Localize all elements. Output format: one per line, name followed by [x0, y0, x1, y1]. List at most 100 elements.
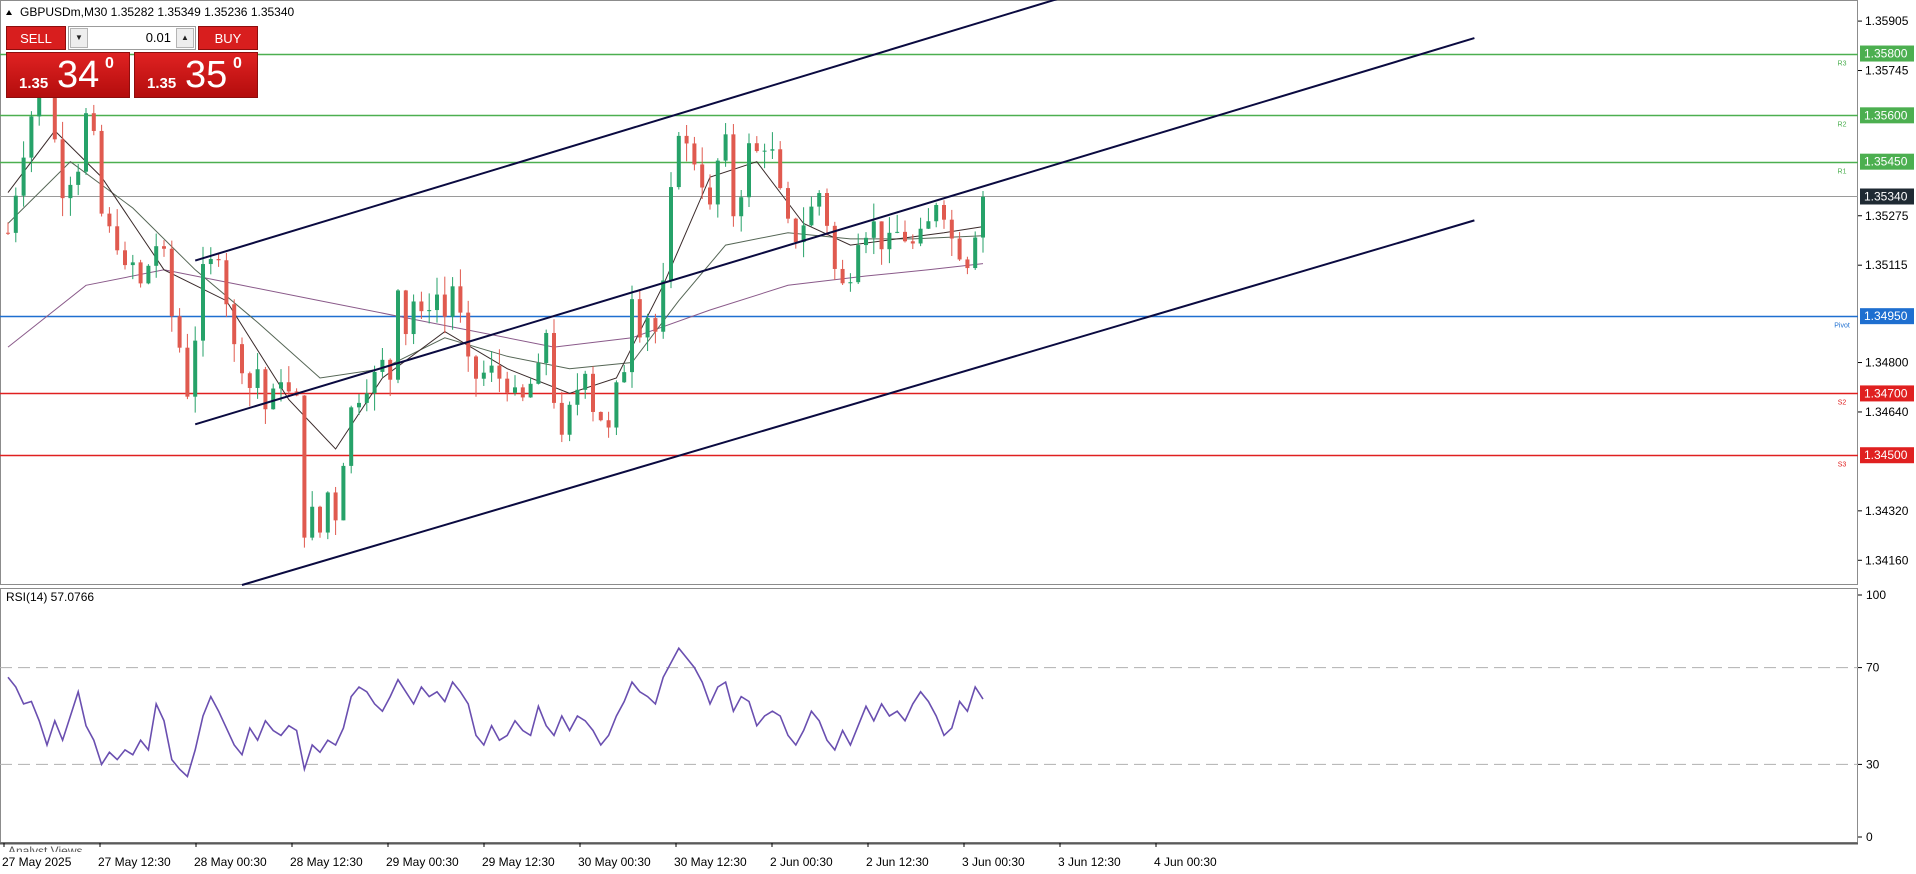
candle-body — [115, 226, 120, 251]
price-chart[interactable]: R3 R2 R1 Pivot S2 S3 1.35905 1.35745 1.35275 1.3… — [0, 0, 1916, 874]
candle-body — [481, 372, 486, 379]
x-tick-label: 3 Jun 12:30 — [1058, 855, 1121, 869]
sell-price-small: 1.35 — [19, 75, 49, 92]
y-tick-label: 1.34800 — [1865, 356, 1909, 370]
candle-body — [435, 294, 439, 311]
lot-increase-icon[interactable]: ▲ — [176, 28, 194, 48]
candle-body — [715, 160, 720, 205]
candle-body — [333, 492, 338, 521]
x-tick-label: 27 May 2025 — [2, 855, 72, 869]
candle-body — [162, 246, 166, 249]
candle-body — [848, 282, 853, 284]
candle-body — [279, 382, 283, 389]
lot-size-input[interactable]: ▼ 0.01 ▲ — [68, 26, 196, 50]
channel-line-2 — [194, 37, 1475, 426]
candle-body — [973, 237, 978, 269]
analyst-views-tab[interactable]: Analyst Views — [8, 844, 82, 852]
candle-body — [692, 143, 697, 165]
candle-body — [193, 340, 198, 397]
candle-body — [302, 395, 307, 538]
candle-body — [450, 286, 455, 317]
candle-body — [559, 402, 564, 435]
candle-body — [770, 149, 775, 151]
candle-body — [723, 134, 728, 161]
candle-body — [474, 356, 478, 379]
candle-body — [910, 241, 915, 244]
x-tick-label: 27 May 12:30 — [98, 855, 171, 869]
current-price-tag-label: 1.35340 — [1864, 190, 1908, 204]
candle-body — [76, 171, 81, 185]
candle-body — [981, 196, 985, 238]
candle-body — [965, 259, 970, 269]
candle-body — [864, 237, 868, 246]
candle-body — [146, 265, 151, 284]
level-name-r1: R1 — [1838, 169, 1847, 176]
candle-body — [21, 157, 26, 196]
sell-button[interactable]: SELL — [6, 26, 66, 50]
buy-price-quote[interactable]: 1.35 35 0 — [134, 52, 258, 98]
collapse-triangle-icon[interactable] — [6, 10, 12, 15]
x-tick-label: 28 May 12:30 — [290, 855, 363, 869]
candle-body — [825, 193, 829, 226]
candle-body — [372, 371, 377, 394]
lot-decrease-icon[interactable]: ▼ — [70, 28, 88, 48]
candle-body — [458, 286, 463, 313]
candle-body — [949, 219, 954, 239]
candle-body — [130, 262, 135, 266]
candle-body — [68, 184, 73, 199]
candle-body — [154, 246, 159, 266]
candle-body — [637, 299, 642, 338]
candle-body — [255, 369, 260, 388]
candle-body — [403, 290, 408, 335]
candle-body — [926, 221, 931, 229]
sma-mid-line — [7, 161, 984, 379]
candle-body — [240, 344, 244, 374]
level-price-tag-label: 1.34500 — [1864, 448, 1908, 462]
y-tick-label: 1.35115 — [1865, 258, 1908, 272]
candle-body — [887, 232, 892, 250]
sell-price-sup: 0 — [105, 55, 114, 72]
level-price-tag-label: 1.34700 — [1864, 386, 1908, 400]
candle-body — [552, 332, 556, 403]
candle-body — [123, 250, 127, 266]
candle-body — [91, 113, 96, 131]
candle-body — [918, 228, 923, 244]
candle-body — [754, 143, 759, 152]
candle-body — [528, 383, 533, 398]
candle-body — [817, 193, 822, 207]
candle-body — [762, 150, 767, 152]
candle-body — [934, 204, 939, 222]
candle-body — [247, 373, 252, 388]
candle-body — [661, 280, 666, 332]
chart-title: GBPUSDm,M30 1.35282 1.35349 1.35236 1.35… — [20, 5, 295, 19]
candle-body — [60, 139, 65, 199]
x-tick-label: 29 May 12:30 — [482, 855, 555, 869]
x-tick-label: 4 Jun 00:30 — [1154, 855, 1217, 869]
candle-body — [793, 218, 798, 243]
level-name-pivot: Pivot — [1834, 323, 1850, 330]
level-price-tag-label: 1.35450 — [1864, 155, 1908, 169]
y-tick-label: 1.34640 — [1865, 405, 1909, 419]
candle-body — [271, 388, 276, 410]
lot-size-value[interactable]: 0.01 — [146, 27, 171, 49]
candle-body — [396, 290, 400, 380]
candle-body — [575, 389, 580, 405]
candle-body — [349, 407, 354, 466]
x-tick-label: 30 May 00:30 — [578, 855, 651, 869]
candle-body — [505, 378, 510, 393]
buy-button[interactable]: BUY — [198, 26, 258, 50]
candle-body — [177, 316, 182, 348]
rsi-y-tick-label: 0 — [1866, 830, 1873, 844]
candle-body — [318, 506, 322, 533]
sell-price-quote[interactable]: 1.35 34 0 — [6, 52, 130, 98]
candle-body — [466, 312, 471, 357]
candle-body — [903, 231, 907, 242]
candle-body — [513, 387, 517, 393]
candle-body — [583, 373, 588, 390]
x-tick-label: 28 May 00:30 — [194, 855, 267, 869]
candle-body — [325, 492, 330, 533]
candle-body — [185, 347, 190, 397]
one-click-trading-panel: SELL ▼ 0.01 ▲ BUY 1.35 34 0 1.35 35 0 — [6, 26, 258, 98]
candle-body — [442, 294, 447, 317]
chart-window[interactable]: R3 R2 R1 Pivot S2 S3 1.35905 1.35745 1.35275 1.3… — [0, 0, 1916, 874]
